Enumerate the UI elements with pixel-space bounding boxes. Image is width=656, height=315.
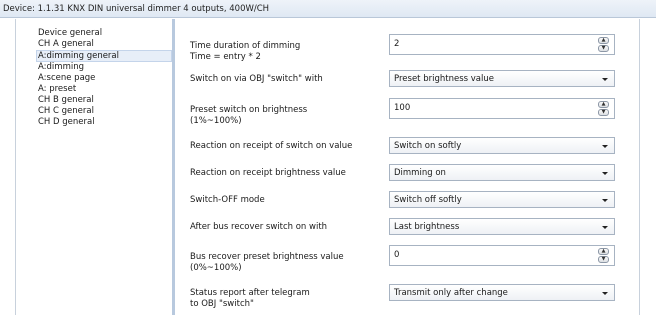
tree-item-device-general[interactable]: Device general [37,28,172,39]
select-value: Preset brightness value [394,74,494,84]
tree-item-a-dimming[interactable]: A:dimming [37,62,172,73]
tree-item-ch-b-general[interactable]: CH B general [37,95,172,106]
select-value: Last brightness [394,222,460,232]
param-label-bus-recover-brightness: Bus recover preset brightness value (0%~… [190,252,344,274]
reaction-brightness-select[interactable]: Dimming on [389,164,615,181]
parameter-tree: Device general CH A general A:dimming ge… [16,19,175,315]
select-value: Switch on softly [394,141,462,151]
switch-on-via-select[interactable]: Preset brightness value [389,70,615,87]
spin-up-icon[interactable]: ▲ [598,248,609,255]
select-value: Transmit only after change [394,288,508,298]
param-label-switch-on-via: Switch on via OBJ "switch" with [190,74,323,84]
tree-item-ch-a-general[interactable]: CH A general [37,39,172,50]
chevron-down-icon[interactable] [602,292,608,295]
chevron-down-icon[interactable] [602,78,608,81]
chevron-down-icon[interactable] [602,172,608,175]
chevron-down-icon[interactable] [602,145,608,148]
param-label-preset-brightness: Preset switch on brightness (1%~100%) [190,105,307,127]
spin-down-icon[interactable]: ▼ [598,256,609,263]
tree-item-a-preset[interactable]: A: preset [37,84,172,95]
chevron-down-icon[interactable] [602,226,608,229]
param-label-subline: (1%~100%) [190,116,242,126]
spin-down-icon[interactable]: ▼ [598,45,609,52]
param-label-dimming-duration: Time duration of dimming Time = entry * … [190,41,300,63]
tree-item-ch-d-general[interactable]: CH D general [37,117,172,128]
tree-item-ch-c-general[interactable]: CH C general [37,106,172,117]
param-label-line: Status report after telegram [190,288,310,298]
spinbox-value[interactable]: 100 [394,103,410,113]
param-label-switch-off-mode: Switch-OFF mode [190,195,265,205]
tree-item-a-scene-page[interactable]: A:scene page [37,73,172,84]
param-label-line: Preset switch on brightness [190,105,308,115]
status-report-select[interactable]: Transmit only after change [389,284,615,301]
spinbox-buttons: ▲ ▼ [598,248,609,263]
parameter-panel: Device general CH A general A:dimming ge… [15,19,640,315]
spinbox-buttons: ▲ ▼ [598,37,609,52]
spin-up-icon[interactable]: ▲ [598,101,609,108]
spin-down-icon[interactable]: ▼ [598,109,609,116]
spinbox-value[interactable]: 0 [394,250,399,260]
window-title: Device: 1.1.31 KNX DIN universal dimmer … [0,0,656,18]
tree-item-a-dimming-general[interactable]: A:dimming general [36,50,172,62]
dimming-duration-spinbox[interactable]: 2 ▲ ▼ [389,34,615,55]
param-label-line: Bus recover preset brightness value [190,252,344,262]
param-label-reaction-brightness: Reaction on receipt brightness value [190,168,346,178]
bus-recover-brightness-spinbox[interactable]: 0 ▲ ▼ [389,245,615,266]
reaction-switch-on-select[interactable]: Switch on softly [389,137,615,154]
param-label-subline: Time = entry * 2 [190,52,261,62]
param-label-subline: (0%~100%) [190,263,242,273]
bus-recover-switch-on-select[interactable]: Last brightness [389,218,615,235]
spinbox-value[interactable]: 2 [394,39,399,49]
select-value: Dimming on [394,168,446,178]
param-label-status-report: Status report after telegram to OBJ "swi… [190,288,310,310]
parameter-list: Time duration of dimming Time = entry * … [175,19,640,315]
select-value: Switch off softly [394,195,462,205]
param-label-subline: to OBJ "switch" [190,299,254,309]
param-label-line: Time duration of dimming [190,41,301,51]
spinbox-buttons: ▲ ▼ [598,101,609,116]
param-label-reaction-switch-on: Reaction on receipt of switch on value [190,141,353,151]
spin-up-icon[interactable]: ▲ [598,37,609,44]
param-label-bus-recover-switch-on: After bus recover switch on with [190,222,328,232]
preset-brightness-spinbox[interactable]: 100 ▲ ▼ [389,98,615,119]
switch-off-mode-select[interactable]: Switch off softly [389,191,615,208]
chevron-down-icon[interactable] [602,199,608,202]
